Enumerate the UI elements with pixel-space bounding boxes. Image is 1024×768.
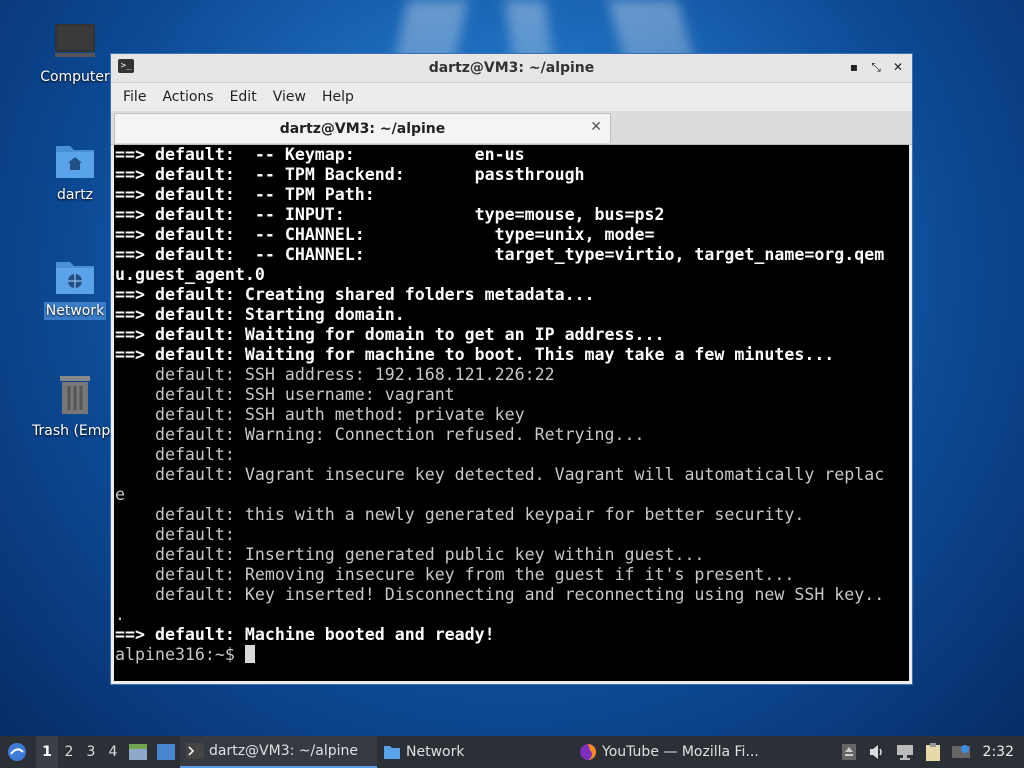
terminal-tab[interactable]: dartz@VM3: ~/alpine ✕	[114, 113, 611, 143]
task-label: dartz@VM3: ~/alpine	[209, 743, 358, 759]
terminal-line: ==> default: Machine booted and ready!	[115, 625, 495, 644]
window-controls: ▪ ⤡ ✕	[846, 58, 906, 76]
terminal-line: ==> default: Starting domain.	[115, 305, 405, 324]
terminal-line: default: Inserting generated public key …	[115, 545, 705, 564]
task-label: Network	[406, 744, 465, 760]
clock[interactable]: 2:32	[983, 744, 1014, 760]
firefox-icon	[579, 744, 597, 760]
taskbar: 1 2 3 4 dartz@VM3: ~/alpine Network YouT…	[0, 736, 1024, 768]
computer-icon	[54, 22, 96, 62]
terminal-icon: >_	[118, 59, 134, 73]
desktop-icon-home[interactable]: dartz	[30, 140, 120, 204]
desktop-icon-trash[interactable]: Trash (Empty)	[30, 372, 130, 440]
terminal-window[interactable]: >_ dartz@VM3: ~/alpine ▪ ⤡ ✕ File Action…	[110, 53, 913, 685]
terminal-line: ==> default: -- Keymap: en-us	[115, 145, 525, 164]
text-cursor	[244, 645, 255, 663]
menu-help[interactable]: Help	[314, 89, 362, 105]
network-folder-icon	[54, 256, 96, 296]
terminal-line: default: Warning: Connection refused. Re…	[115, 425, 645, 444]
window-titlebar[interactable]: >_ dartz@VM3: ~/alpine ▪ ⤡ ✕	[111, 54, 912, 83]
file-manager-launcher-icon[interactable]	[127, 741, 149, 763]
terminal-line: default:	[115, 445, 235, 464]
terminal-line: default: SSH address: 192.168.121.226:22	[115, 365, 555, 384]
terminal-line: ==> default: -- CHANNEL: type=unix, mode…	[115, 225, 655, 244]
task-network[interactable]: Network	[377, 736, 573, 768]
menu-actions[interactable]: Actions	[154, 89, 221, 105]
task-terminal[interactable]: dartz@VM3: ~/alpine	[180, 736, 377, 768]
shell-prompt: alpine316:~$	[115, 645, 245, 664]
trash-icon	[54, 372, 96, 416]
menu-edit[interactable]: Edit	[222, 89, 265, 105]
workspace-3[interactable]: 3	[80, 736, 102, 768]
clipboard-icon[interactable]	[921, 740, 945, 764]
network-status-icon[interactable]	[893, 740, 917, 764]
terminal-prompt-line[interactable]: alpine316:~$	[115, 645, 909, 665]
updates-icon[interactable]	[949, 740, 973, 764]
maximize-icon[interactable]: ⤡	[868, 58, 884, 76]
window-title: dartz@VM3: ~/alpine	[428, 60, 595, 76]
tab-bar: dartz@VM3: ~/alpine ✕	[111, 111, 912, 145]
home-folder-icon	[54, 140, 96, 180]
app-menu-icon[interactable]	[4, 740, 30, 764]
terminal-output[interactable]: ==> default: -- Keymap: en-us ==> default…	[114, 145, 909, 681]
show-desktop-icon[interactable]	[155, 741, 177, 763]
terminal-line: default: Key inserted! Disconnecting and…	[115, 585, 885, 604]
close-icon[interactable]: ✕	[890, 58, 906, 76]
terminal-line: ==> default: -- CHANNEL: target_type=vir…	[115, 245, 885, 264]
workspace-4[interactable]: 4	[102, 736, 124, 768]
terminal-line: ==> default: -- TPM Backend: passthrough	[115, 165, 585, 184]
desktop-icon-label: Computer	[40, 69, 110, 85]
desktop-icon-network[interactable]: Network	[30, 256, 120, 320]
desktop-icon-label: Network	[43, 302, 107, 320]
terminal-line: ==> default: -- TPM Path:	[115, 185, 375, 204]
terminal-line: .	[115, 605, 125, 624]
terminal-line: u.guest_agent.0	[115, 265, 265, 284]
menu-file[interactable]: File	[115, 89, 154, 105]
task-label: YouTube — Mozilla Fi...	[602, 744, 759, 760]
terminal-line: ==> default: Waiting for domain to get a…	[115, 325, 665, 344]
close-tab-icon[interactable]: ✕	[590, 119, 602, 135]
eject-icon[interactable]	[837, 740, 861, 764]
workspace-1[interactable]: 1	[36, 736, 58, 768]
terminal-line: e	[115, 485, 125, 504]
desktop-icon-computer[interactable]: Computer	[30, 22, 120, 86]
minimize-icon[interactable]: ▪	[846, 58, 862, 76]
menu-view[interactable]: View	[265, 89, 314, 105]
terminal-line: default: Vagrant insecure key detected. …	[115, 465, 885, 484]
terminal-line: default:	[115, 525, 235, 544]
terminal-line: ==> default: -- INPUT: type=mouse, bus=p…	[115, 205, 665, 224]
menu-bar: File Actions Edit View Help	[111, 83, 912, 111]
terminal-icon	[186, 743, 204, 759]
folder-icon	[383, 744, 401, 760]
workspace-2[interactable]: 2	[58, 736, 80, 768]
volume-icon[interactable]	[865, 740, 889, 764]
terminal-line: default: this with a newly generated key…	[115, 505, 805, 524]
system-tray: 2:32	[835, 740, 1024, 764]
terminal-line: default: SSH auth method: private key	[115, 405, 525, 424]
terminal-line: ==> default: Creating shared folders met…	[115, 285, 595, 304]
tab-label: dartz@VM3: ~/alpine	[279, 120, 446, 137]
desktop-icon-label: dartz	[56, 187, 94, 203]
task-firefox[interactable]: YouTube — Mozilla Fi...	[573, 736, 773, 768]
terminal-line: default: SSH username: vagrant	[115, 385, 455, 404]
terminal-line: default: Removing insecure key from the …	[115, 565, 795, 584]
terminal-line: ==> default: Waiting for machine to boot…	[115, 345, 835, 364]
